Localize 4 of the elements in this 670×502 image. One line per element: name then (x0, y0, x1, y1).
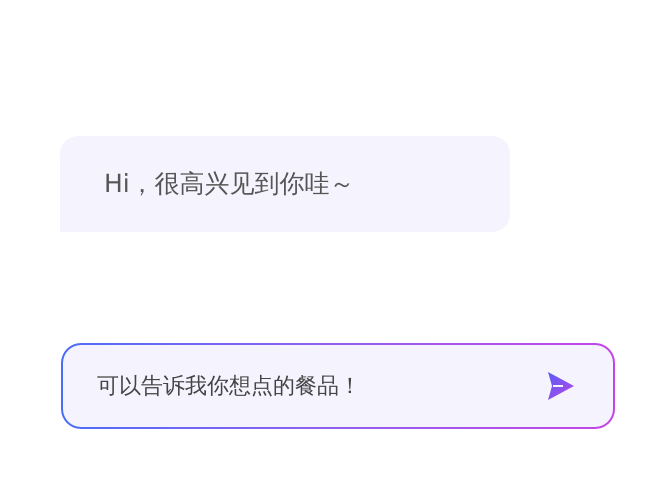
send-icon[interactable] (547, 371, 575, 401)
message-input-field[interactable]: 可以告诉我你想点的餐品！ (61, 343, 615, 429)
input-placeholder: 可以告诉我你想点的餐品！ (97, 372, 362, 400)
message-text: Hi，很高兴见到你哇～ (104, 168, 355, 200)
